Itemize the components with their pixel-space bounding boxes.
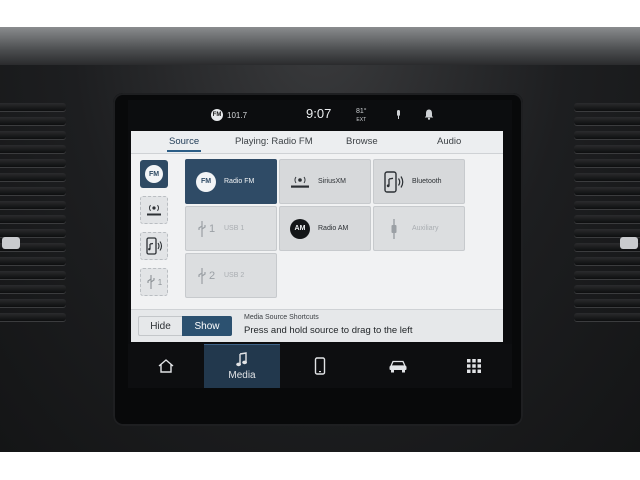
aux-cable-icon bbox=[391, 218, 397, 239]
show-shortcuts-button[interactable]: Show bbox=[182, 316, 232, 336]
home-icon bbox=[158, 359, 174, 373]
nav-media-label: Media bbox=[228, 370, 256, 381]
source-label: Radio FM bbox=[224, 178, 255, 185]
vent-knob bbox=[620, 237, 638, 249]
am-badge-icon: AM bbox=[290, 218, 310, 239]
dashboard-top-trim bbox=[0, 27, 640, 65]
usb-icon bbox=[147, 275, 155, 289]
tab-source[interactable]: Source bbox=[166, 136, 202, 152]
usb-number: 1 bbox=[208, 222, 216, 235]
shortcut-bluetooth[interactable] bbox=[140, 232, 168, 260]
right-air-vent bbox=[574, 97, 640, 397]
source-label: Auxiliary bbox=[412, 225, 439, 232]
source-radio-fm[interactable]: FM Radio FM bbox=[185, 159, 277, 204]
notification-bell-icon[interactable] bbox=[424, 109, 434, 120]
temperature-value: 81° bbox=[356, 108, 367, 115]
media-tabs: Source Playing: Radio FM Browse Audio bbox=[131, 131, 503, 154]
hide-shortcuts-button[interactable]: Hide bbox=[138, 316, 182, 336]
source-siriusxm[interactable]: SiriusXM bbox=[279, 159, 371, 204]
vehicle-icon bbox=[389, 360, 407, 373]
tab-audio[interactable]: Audio bbox=[437, 136, 461, 147]
fm-badge-icon: FM bbox=[196, 171, 216, 192]
shortcuts-title: Media Source Shortcuts bbox=[244, 314, 319, 321]
source-radio-am[interactable]: AM Radio AM bbox=[279, 206, 371, 251]
music-note-icon bbox=[236, 352, 247, 367]
siriusxm-logo-icon bbox=[147, 204, 161, 216]
source-bluetooth[interactable]: Bluetooth bbox=[373, 159, 465, 204]
source-usb-2[interactable]: 2 USB 2 bbox=[185, 253, 277, 298]
phone-icon bbox=[314, 357, 326, 375]
microphone-icon[interactable] bbox=[396, 110, 401, 119]
vent-knob bbox=[2, 237, 20, 249]
nav-vehicle[interactable] bbox=[360, 344, 436, 388]
shortcut-radio-fm[interactable]: FM bbox=[140, 160, 168, 188]
left-air-vent bbox=[0, 97, 66, 397]
fm-badge-icon: FM bbox=[145, 165, 163, 183]
source-label: SiriusXM bbox=[318, 178, 347, 185]
shortcut-siriusxm[interactable] bbox=[140, 196, 168, 224]
usb-number: 1 bbox=[157, 277, 163, 287]
apps-grid-icon bbox=[467, 359, 481, 373]
source-label: USB 1 bbox=[224, 225, 245, 232]
bluetooth-phone-icon bbox=[146, 237, 163, 255]
bluetooth-phone-icon bbox=[384, 170, 404, 193]
source-label: Radio AM bbox=[318, 225, 349, 232]
nav-phone[interactable] bbox=[282, 344, 358, 388]
source-usb-1[interactable]: 1 USB 1 bbox=[185, 206, 277, 251]
nav-home[interactable] bbox=[128, 344, 204, 388]
usb-icon bbox=[198, 220, 206, 237]
nav-apps[interactable] bbox=[436, 344, 512, 388]
station-frequency: 101.7 bbox=[227, 110, 248, 120]
infotainment-screen: FM 101.7 9:07 81° EXT Source Playing: Ra… bbox=[128, 100, 512, 388]
source-auxiliary[interactable]: Auxiliary bbox=[373, 206, 465, 251]
tab-playing[interactable]: Playing: Radio FM bbox=[235, 136, 313, 147]
temperature-label: EXT bbox=[356, 117, 367, 123]
source-label: USB 2 bbox=[224, 272, 245, 279]
clock: 9:07 bbox=[306, 106, 332, 121]
usb-number: 2 bbox=[208, 269, 216, 282]
siriusxm-logo-icon bbox=[291, 176, 309, 188]
shortcut-usb-1[interactable]: 1 bbox=[140, 268, 168, 296]
nav-media[interactable]: Media bbox=[204, 344, 280, 388]
tab-browse[interactable]: Browse bbox=[346, 136, 378, 147]
fm-badge-icon: FM bbox=[211, 109, 223, 121]
outside-temperature: 81° EXT bbox=[356, 108, 367, 124]
shortcuts-bar: Hide Show Media Source Shortcuts Press a… bbox=[131, 309, 503, 342]
status-bar: FM 101.7 9:07 81° EXT bbox=[128, 100, 512, 130]
source-label: Bluetooth bbox=[412, 178, 442, 185]
status-radio[interactable]: FM 101.7 bbox=[211, 109, 247, 121]
bottom-nav-bar: Media bbox=[128, 344, 512, 388]
media-source-panel: Source Playing: Radio FM Browse Audio FM bbox=[131, 131, 503, 342]
usb-icon bbox=[198, 267, 206, 284]
shortcuts-instructions: Press and hold source to drag to the lef… bbox=[244, 325, 413, 336]
